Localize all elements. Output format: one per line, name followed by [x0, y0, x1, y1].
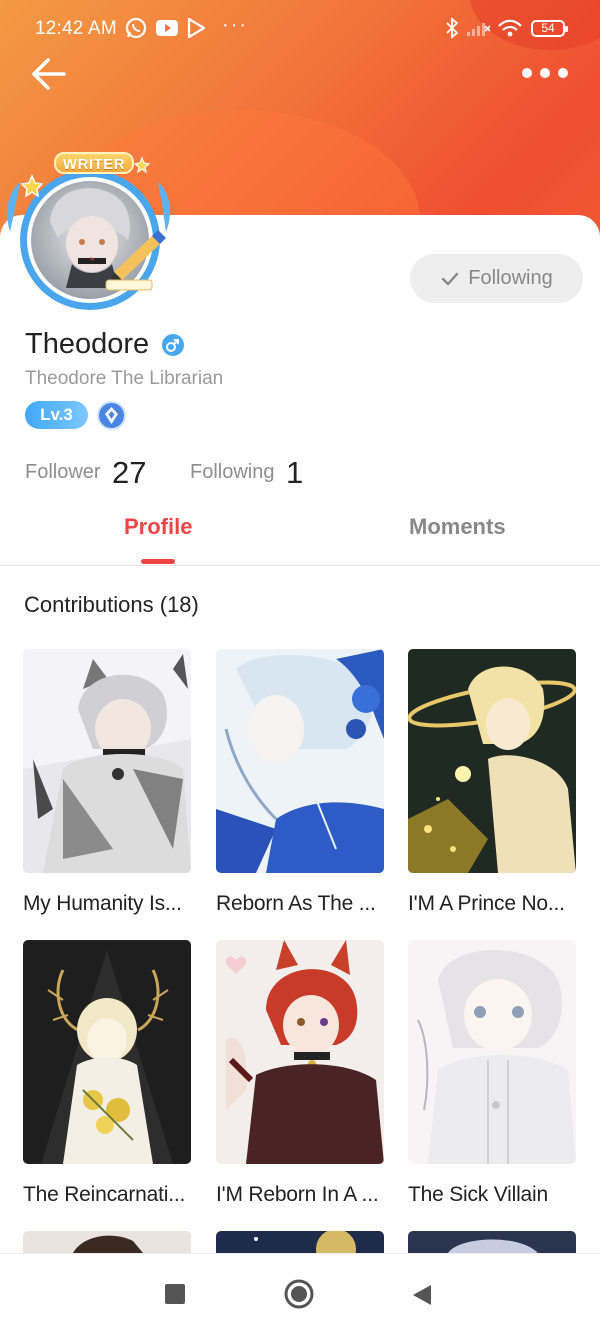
battery-icon: 54 — [531, 20, 568, 37]
following-label: Following — [190, 461, 275, 483]
book-title: The Reincarnati... — [23, 1183, 186, 1206]
contributions-title: Contributions (18) — [24, 592, 199, 617]
book-card[interactable]: My Humanity Is... — [23, 649, 191, 916]
book-cover-partial[interactable] — [408, 1231, 576, 1253]
triangle-back-icon — [413, 1285, 431, 1305]
following-button[interactable]: Following — [410, 254, 583, 303]
avatar[interactable]: WRITER — [2, 152, 187, 312]
profile-subtitle: Theodore The Librarian — [25, 368, 224, 389]
rank-diamond-icon — [97, 401, 126, 435]
book-title: My Humanity Is... — [23, 892, 182, 915]
level-badge: Lv.3 — [25, 401, 88, 429]
follower-count[interactable]: 27 — [112, 455, 146, 491]
book-card[interactable]: I'M A Prince No... — [408, 649, 576, 916]
youtube-icon — [154, 16, 180, 46]
home-button[interactable] — [284, 1279, 314, 1314]
book-cover — [408, 940, 576, 1164]
back-nav-button[interactable] — [412, 1284, 432, 1311]
wifi-icon — [497, 16, 523, 46]
tab-moments[interactable]: Moments — [409, 514, 506, 540]
bluetooth-icon — [444, 16, 460, 46]
avatar-image — [7, 156, 171, 310]
more-notifications-icon: ··· — [222, 14, 248, 36]
checkmark-icon — [442, 272, 459, 285]
book-cover — [216, 649, 384, 873]
circle-icon — [284, 1279, 314, 1309]
status-bar: 12:42 AM ··· 54 — [0, 0, 600, 56]
book-cover-partial[interactable] — [23, 1231, 191, 1253]
book-card[interactable]: The Reincarnati... — [23, 940, 191, 1207]
following-count[interactable]: 1 — [286, 455, 303, 491]
more-horizontal-icon — [522, 68, 568, 78]
book-cover — [216, 940, 384, 1164]
arrow-left-icon — [32, 58, 66, 90]
writer-badge: WRITER — [54, 152, 134, 174]
profile-name: Theodore — [25, 328, 150, 360]
system-navigation-bar — [0, 1253, 600, 1333]
play-store-icon — [184, 16, 208, 46]
active-tab-indicator — [141, 559, 175, 564]
book-cover — [23, 649, 191, 873]
book-title: I'M Reborn In A ... — [216, 1183, 379, 1206]
male-icon — [161, 333, 185, 362]
following-button-label: Following — [468, 267, 553, 289]
more-options-button[interactable] — [520, 58, 572, 88]
book-title: I'M A Prince No... — [408, 892, 565, 915]
book-cover — [408, 649, 576, 873]
book-card[interactable]: I'M Reborn In A ... — [216, 940, 384, 1207]
recent-apps-button[interactable] — [165, 1284, 185, 1309]
status-time: 12:42 AM — [35, 18, 117, 39]
book-cover-partial[interactable] — [216, 1231, 384, 1253]
back-button[interactable] — [28, 52, 72, 96]
book-card[interactable]: Reborn As The ... — [216, 649, 384, 916]
signal-icon — [465, 16, 491, 46]
follower-label: Follower — [25, 461, 101, 483]
tab-divider — [0, 565, 600, 566]
square-icon — [165, 1284, 185, 1304]
whatsapp-icon — [124, 16, 148, 46]
book-title: The Sick Villain — [408, 1183, 548, 1206]
book-title: Reborn As The ... — [216, 892, 376, 915]
book-cover — [23, 940, 191, 1164]
book-card[interactable]: The Sick Villain — [408, 940, 576, 1207]
tab-profile[interactable]: Profile — [124, 514, 192, 540]
